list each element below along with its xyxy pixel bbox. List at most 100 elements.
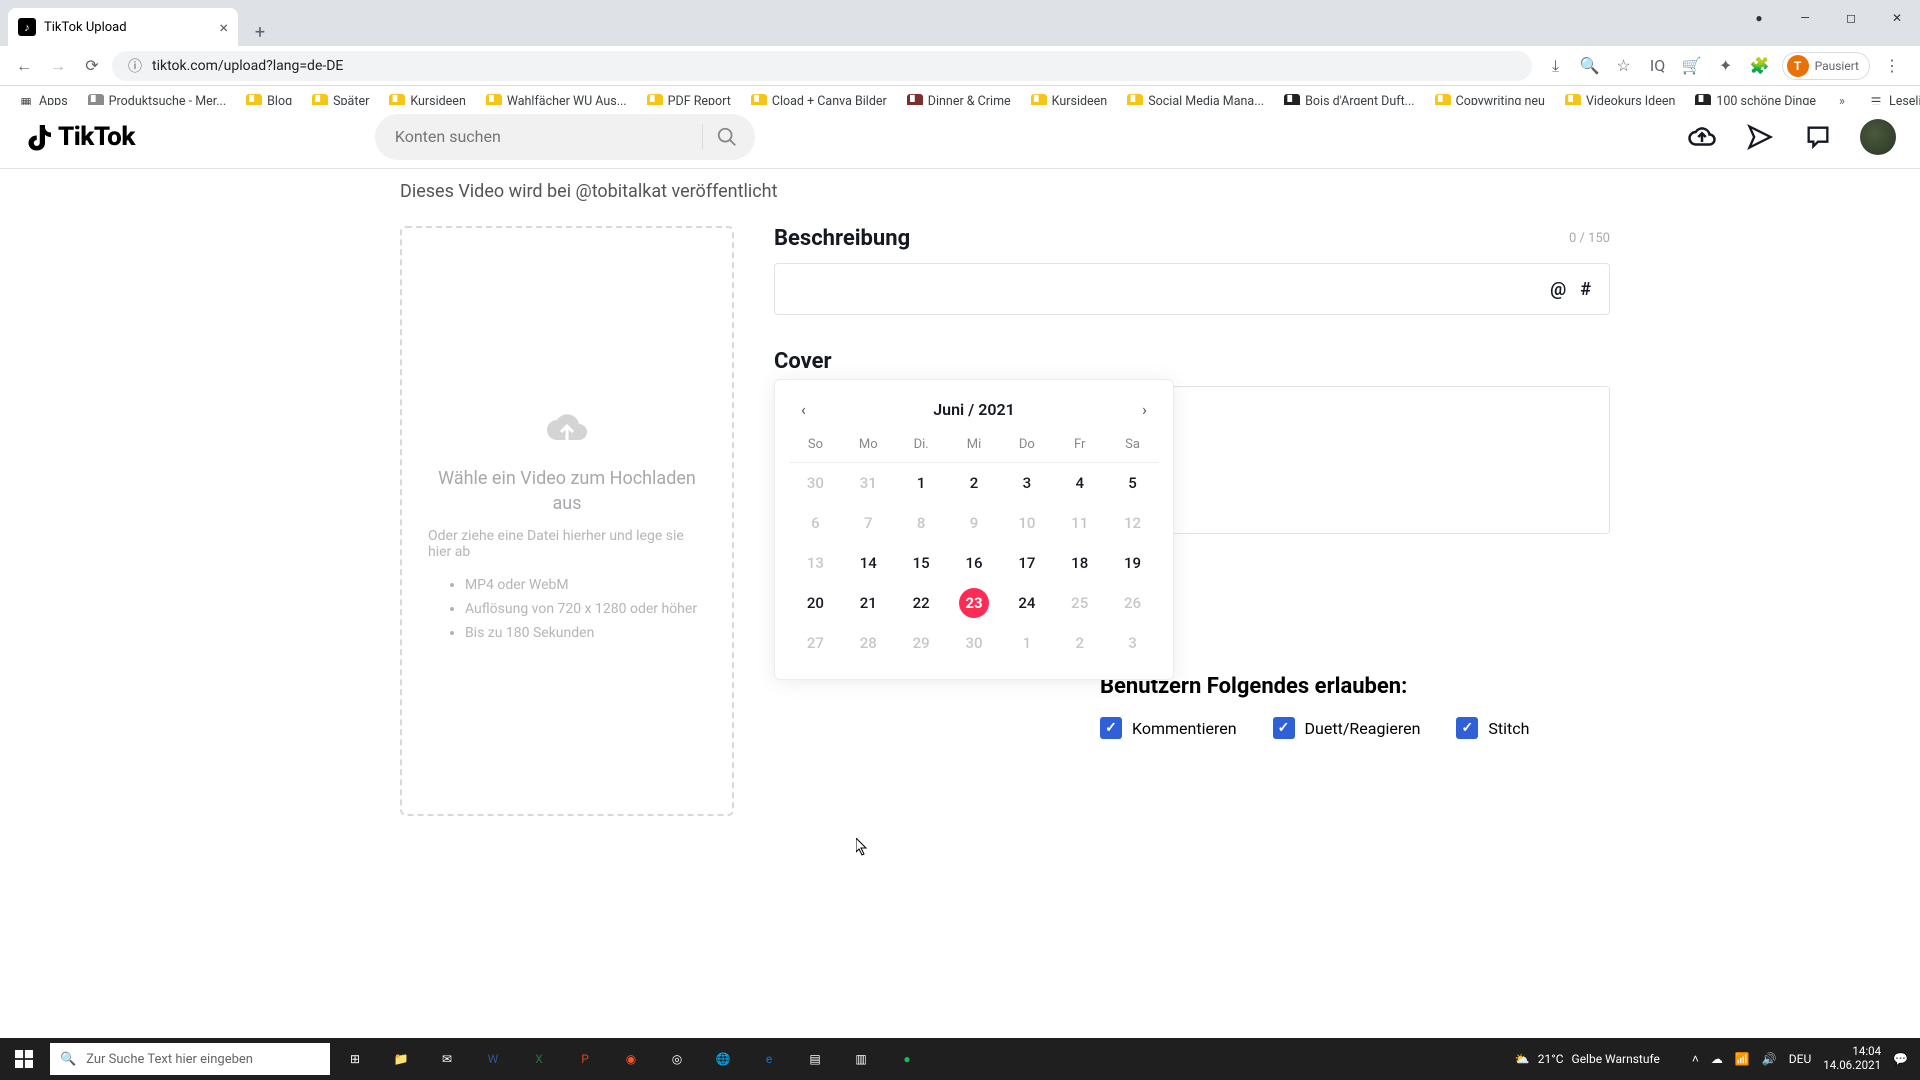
calendar-day[interactable]: 14 bbox=[842, 543, 895, 583]
mail-icon[interactable]: ✉ bbox=[424, 1038, 470, 1080]
window-account-icon[interactable]: ● bbox=[1736, 0, 1782, 36]
form-column: Beschreibung 0 / 150 @ # Cover ‹ Ju bbox=[774, 226, 1610, 1050]
language-indicator[interactable]: DEU bbox=[1789, 1052, 1811, 1066]
site-info-icon[interactable]: ⓘ bbox=[126, 57, 144, 75]
prev-month-button[interactable]: ‹ bbox=[795, 396, 812, 423]
edge-icon[interactable]: e bbox=[746, 1038, 792, 1080]
app-icon-1[interactable]: ▤ bbox=[792, 1038, 838, 1080]
tray-up-icon[interactable]: ˄ bbox=[1692, 1052, 1699, 1066]
allow-checkbox-item[interactable]: ✓Kommentieren bbox=[1100, 717, 1237, 739]
calendar-day[interactable]: 9 bbox=[948, 503, 1001, 543]
extensions-puzzle-icon[interactable]: 🧩 bbox=[1748, 54, 1772, 78]
word-icon[interactable]: W bbox=[470, 1038, 516, 1080]
close-window-button[interactable]: ✕ bbox=[1874, 0, 1920, 36]
next-month-button[interactable]: › bbox=[1136, 396, 1153, 423]
calendar-day[interactable]: 20 bbox=[789, 583, 842, 623]
kebab-menu-icon[interactable]: ⋮ bbox=[1880, 54, 1904, 78]
profile-badge[interactable]: T Pausiert bbox=[1782, 52, 1870, 80]
video-dropzone[interactable]: Wähle ein Video zum Hochladen aus Oder z… bbox=[400, 226, 734, 816]
address-bar[interactable]: ⓘ tiktok.com/upload?lang=de-DE bbox=[112, 51, 1532, 81]
calendar-day[interactable]: 7 bbox=[842, 503, 895, 543]
chrome-icon[interactable]: 🌐 bbox=[700, 1038, 746, 1080]
hashtag-button[interactable]: # bbox=[1580, 279, 1591, 300]
calendar-day[interactable]: 28 bbox=[842, 623, 895, 663]
allow-checkbox-item[interactable]: ✓Stitch bbox=[1456, 717, 1529, 739]
calendar-day[interactable]: 19 bbox=[1106, 543, 1159, 583]
start-button[interactable] bbox=[0, 1038, 48, 1080]
calendar-day[interactable]: 13 bbox=[789, 543, 842, 583]
windows-taskbar: 🔍 Zur Suche Text hier eingeben ⊞ 📁 ✉ W X… bbox=[0, 1038, 1920, 1080]
calendar-day[interactable]: 21 bbox=[842, 583, 895, 623]
close-tab-icon[interactable]: × bbox=[219, 18, 228, 37]
calendar-day[interactable]: 25 bbox=[1053, 583, 1106, 623]
calendar-day[interactable]: 12 bbox=[1106, 503, 1159, 543]
calendar-day[interactable]: 30 bbox=[789, 463, 842, 503]
taskview-icon[interactable]: ⊞ bbox=[332, 1038, 378, 1080]
onedrive-icon[interactable]: ☁ bbox=[1711, 1052, 1723, 1066]
reload-button[interactable]: ⟳ bbox=[78, 52, 106, 80]
taskbar-search[interactable]: 🔍 Zur Suche Text hier eingeben bbox=[50, 1043, 330, 1075]
calendar-day[interactable]: 27 bbox=[789, 623, 842, 663]
calendar-day[interactable]: 15 bbox=[895, 543, 948, 583]
mention-button[interactable]: @ bbox=[1550, 279, 1566, 300]
app-icon-2[interactable]: ▥ bbox=[838, 1038, 884, 1080]
powerpoint-icon[interactable]: P bbox=[562, 1038, 608, 1080]
star-icon[interactable]: ☆ bbox=[1612, 54, 1636, 78]
calendar-day[interactable]: 1 bbox=[1000, 623, 1053, 663]
browser-tab[interactable]: ♪ TikTok Upload × bbox=[8, 8, 238, 46]
wifi-icon[interactable]: 📶 bbox=[1735, 1052, 1750, 1066]
calendar-day[interactable]: 3 bbox=[1106, 623, 1159, 663]
calendar-day[interactable]: 16 bbox=[948, 543, 1001, 583]
calendar-day[interactable]: 10 bbox=[1000, 503, 1053, 543]
back-button[interactable]: ← bbox=[10, 52, 38, 80]
calendar-day[interactable]: 22 bbox=[895, 583, 948, 623]
extension-iq-icon[interactable]: IQ bbox=[1646, 54, 1670, 78]
calendar-day[interactable]: 4 bbox=[1053, 463, 1106, 503]
calendar-day[interactable]: 3 bbox=[1000, 463, 1053, 503]
calendar-day[interactable]: 30 bbox=[948, 623, 1001, 663]
send-message-icon[interactable] bbox=[1744, 121, 1776, 153]
calendar-day[interactable]: 5 bbox=[1106, 463, 1159, 503]
maximize-button[interactable]: ◻ bbox=[1828, 0, 1874, 36]
search-button[interactable] bbox=[705, 115, 749, 159]
brave-icon[interactable]: ◉ bbox=[608, 1038, 654, 1080]
extension-clover-icon[interactable]: ✦ bbox=[1714, 54, 1738, 78]
calendar-grid: 3031123456789101112131415161718192021222… bbox=[789, 463, 1159, 663]
calendar-day[interactable]: 17 bbox=[1000, 543, 1053, 583]
excel-icon[interactable]: X bbox=[516, 1038, 562, 1080]
description-input[interactable]: @ # bbox=[774, 263, 1610, 315]
calendar-day[interactable]: 1 bbox=[895, 463, 948, 503]
cloud-upload-icon bbox=[542, 408, 592, 448]
calendar-day[interactable]: 2 bbox=[1053, 623, 1106, 663]
zoom-icon[interactable]: 🔍 bbox=[1578, 54, 1602, 78]
user-avatar[interactable] bbox=[1860, 119, 1896, 155]
calendar-day[interactable]: 6 bbox=[789, 503, 842, 543]
obs-icon[interactable]: ◎ bbox=[654, 1038, 700, 1080]
volume-icon[interactable]: 🔊 bbox=[1762, 1052, 1777, 1066]
weather-widget[interactable]: ⛅ 21°C Gelbe Warnstufe bbox=[1515, 1052, 1660, 1066]
tiktok-logo[interactable]: TikTok bbox=[24, 122, 135, 152]
calendar-day[interactable]: 18 bbox=[1053, 543, 1106, 583]
forward-button[interactable]: → bbox=[44, 52, 72, 80]
install-icon[interactable]: ⤓ bbox=[1544, 54, 1568, 78]
calendar-day[interactable]: 11 bbox=[1053, 503, 1106, 543]
allow-checkbox-item[interactable]: ✓Duett/Reagieren bbox=[1273, 717, 1421, 739]
new-tab-button[interactable]: + bbox=[246, 18, 274, 46]
clock[interactable]: 14:04 14.06.2021 bbox=[1823, 1045, 1881, 1073]
inbox-icon[interactable] bbox=[1802, 121, 1834, 153]
explorer-icon[interactable]: 📁 bbox=[378, 1038, 424, 1080]
calendar-day[interactable]: 24 bbox=[1000, 583, 1053, 623]
upload-icon[interactable] bbox=[1686, 121, 1718, 153]
calendar-day[interactable]: 8 bbox=[895, 503, 948, 543]
calendar-day[interactable]: 2 bbox=[948, 463, 1001, 503]
calendar-day[interactable]: 26 bbox=[1106, 583, 1159, 623]
spotify-icon[interactable]: ● bbox=[884, 1038, 930, 1080]
search-box[interactable] bbox=[375, 114, 755, 160]
search-input[interactable] bbox=[395, 127, 700, 146]
minimize-button[interactable]: — bbox=[1782, 0, 1828, 36]
calendar-day[interactable]: 23 bbox=[948, 583, 1001, 623]
calendar-day[interactable]: 31 bbox=[842, 463, 895, 503]
extension-cart-icon[interactable]: 🛒 bbox=[1680, 54, 1704, 78]
notifications-icon[interactable]: 💬 bbox=[1893, 1052, 1908, 1066]
calendar-day[interactable]: 29 bbox=[895, 623, 948, 663]
